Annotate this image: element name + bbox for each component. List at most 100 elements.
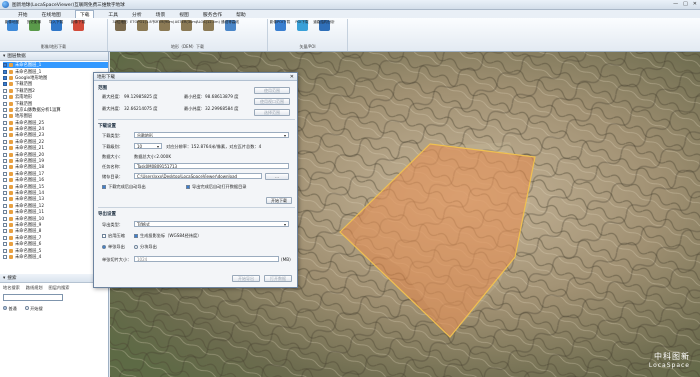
layer-checkbox[interactable] <box>3 191 7 195</box>
layer-checkbox[interactable] <box>3 165 7 170</box>
search-option-normal[interactable]: 普通 <box>3 306 17 312</box>
layer-checkbox[interactable] <box>3 75 7 80</box>
collapse-icon[interactable]: ▾ <box>3 54 5 59</box>
dialog-close-icon[interactable]: ✕ <box>290 74 294 80</box>
layer-checkbox[interactable] <box>3 88 7 93</box>
tab-layer-search[interactable]: 图层内搜索 <box>49 285 70 291</box>
ribbon-button[interactable]: 道路结构分析 <box>313 20 335 32</box>
layer-icon <box>9 242 13 247</box>
layer-label: 地形图层 <box>15 114 33 120</box>
auto-export-checkbox[interactable]: 下载完成后自动导出 <box>102 184 146 190</box>
menu-download[interactable]: 下载 <box>74 10 95 18</box>
layer-icon <box>9 178 13 183</box>
task-name-input[interactable]: Task0M0809151713 <box>134 163 289 169</box>
menu-analysis[interactable]: 分析 <box>132 11 142 18</box>
menu-tools[interactable]: 工具 <box>108 11 118 18</box>
maximize-button[interactable]: □ <box>683 1 688 7</box>
layer-icon <box>9 165 13 170</box>
layer-checkbox[interactable] <box>3 127 7 132</box>
layer-checkbox[interactable] <box>3 133 7 138</box>
layer-label: 未命名图层_11 <box>15 210 45 216</box>
minimize-button[interactable]: — <box>673 1 678 7</box>
use-range-button[interactable]: 使用范围 <box>254 87 290 94</box>
ribbon-button[interactable]: 导入下载 <box>46 20 66 32</box>
layer-checkbox[interactable] <box>3 242 7 247</box>
export-type-select[interactable]: Tif格式 <box>134 221 289 227</box>
search-input[interactable] <box>3 294 63 301</box>
start-download-button[interactable]: 开始下载 <box>266 197 292 204</box>
checkbox-icon <box>134 234 138 238</box>
layer-checkbox[interactable] <box>3 254 7 259</box>
layer-checkbox[interactable] <box>3 197 7 202</box>
ribbon-button[interactable]: ALOS(12.5m) <box>196 20 220 32</box>
auto-open-dir-checkbox[interactable]: 导出完成后自动打开数据目录 <box>186 184 246 190</box>
layer-checkbox[interactable] <box>3 152 7 157</box>
layer-checkbox[interactable] <box>3 120 7 125</box>
collapse-icon[interactable]: ▾ <box>3 276 5 281</box>
compress-checkbox[interactable]: 启用压缩 <box>102 233 125 239</box>
tab-route-planning[interactable]: 路线规划 <box>26 285 43 291</box>
ribbon-items: 影像POI下载 POI下载 道路结构分析 <box>268 19 347 33</box>
ribbon-button[interactable]: 历史影像 <box>24 20 44 32</box>
open-data-button[interactable]: 打开数据 <box>264 275 292 282</box>
layer-checkbox[interactable] <box>3 216 7 221</box>
layer-checkbox[interactable] <box>3 101 7 106</box>
search-options: 普通 开始搜 <box>0 304 109 314</box>
export-type-label: 导出类型： <box>102 222 123 227</box>
ribbon-button[interactable]: 影像下载 <box>68 20 88 32</box>
layer-label: 未命名图层_6 <box>15 242 42 248</box>
split-export-radio[interactable]: 分块导出 <box>134 244 157 250</box>
layer-checkbox[interactable] <box>3 69 7 74</box>
ribbon-button-label: 道路结构分析 <box>313 20 335 24</box>
menu-online-map[interactable]: 在线地图 <box>42 11 61 18</box>
select-range-button[interactable]: 选择范围 <box>254 109 290 116</box>
ribbon-button[interactable]: 32位地形 <box>110 20 130 32</box>
tab-place-search[interactable]: 地名搜索 <box>3 285 20 291</box>
search-option-start[interactable]: 开始搜 <box>24 306 43 312</box>
layer-checkbox[interactable] <box>3 171 7 176</box>
layer-checkbox[interactable] <box>3 107 7 112</box>
menu-start[interactable]: 开始 <box>18 11 28 18</box>
tile-size-input[interactable]: 1024 <box>134 256 279 262</box>
start-export-button[interactable]: 开始导出 <box>232 275 260 282</box>
layer-tree: 未命名图层_1 未命名图层_1 Google地形地图 下载范围 下载范围2 云南地形 下载范… <box>0 61 108 260</box>
menu-scene[interactable]: 场景 <box>156 11 166 18</box>
ribbon-button[interactable]: ETOPO1(1.8千m) <box>130 20 154 32</box>
ribbon-button[interactable]: 通视等高线 <box>220 20 240 32</box>
use-viewport-range-button[interactable]: 使用视口范围 <box>254 98 290 105</box>
download-type-select[interactable]: 谷歌地形 <box>134 132 289 138</box>
layer-checkbox[interactable] <box>3 146 7 151</box>
layer-checkbox[interactable] <box>3 63 7 68</box>
layer-checkbox[interactable] <box>3 114 7 119</box>
layer-checkbox[interactable] <box>3 248 7 253</box>
layer-icon <box>9 114 13 119</box>
layer-checkbox[interactable] <box>3 184 7 189</box>
ribbon-button[interactable]: POI下载 <box>292 20 312 32</box>
layer-checkbox[interactable] <box>3 139 7 144</box>
menu-help[interactable]: 帮助 <box>236 11 246 18</box>
layer-checkbox[interactable] <box>3 229 7 234</box>
layer-checkbox[interactable] <box>3 235 7 240</box>
save-dir-input[interactable]: C:\Users\xxx\Desktop\LocaSpaceViewer\dow… <box>134 173 262 179</box>
layer-checkbox[interactable] <box>3 159 7 164</box>
menu-service[interactable]: 服务合作 <box>203 11 222 18</box>
layer-checkbox[interactable] <box>3 222 7 227</box>
layer-checkbox[interactable] <box>3 210 7 215</box>
ribbon-items: 影像地图 历史影像 导入下载 影像下载 <box>0 19 107 33</box>
layer-checkbox[interactable] <box>3 82 7 87</box>
single-export-radio[interactable]: 单张导出 <box>102 244 125 250</box>
ribbon-button[interactable]: 影像POI下载 <box>270 20 290 32</box>
checkbox-icon <box>186 185 190 189</box>
menu-view[interactable]: 视图 <box>179 11 189 18</box>
ribbon-button[interactable]: SRTM(90m) <box>154 20 174 32</box>
browse-button[interactable]: ... <box>265 172 289 180</box>
close-button[interactable]: ✕ <box>693 1 697 7</box>
ribbon-group-label: 影像/地形下载 <box>40 44 67 49</box>
projection-checkbox[interactable]: 生成投影坐标（WGS84经纬度） <box>134 233 201 239</box>
layer-checkbox[interactable] <box>3 203 7 208</box>
ribbon-button[interactable]: ASTER(30m) <box>175 20 197 32</box>
layer-checkbox[interactable] <box>3 178 7 183</box>
layer-checkbox[interactable] <box>3 95 7 100</box>
download-level-select[interactable]: 10 <box>134 143 162 149</box>
ribbon-button[interactable]: 影像地图 <box>2 20 22 32</box>
